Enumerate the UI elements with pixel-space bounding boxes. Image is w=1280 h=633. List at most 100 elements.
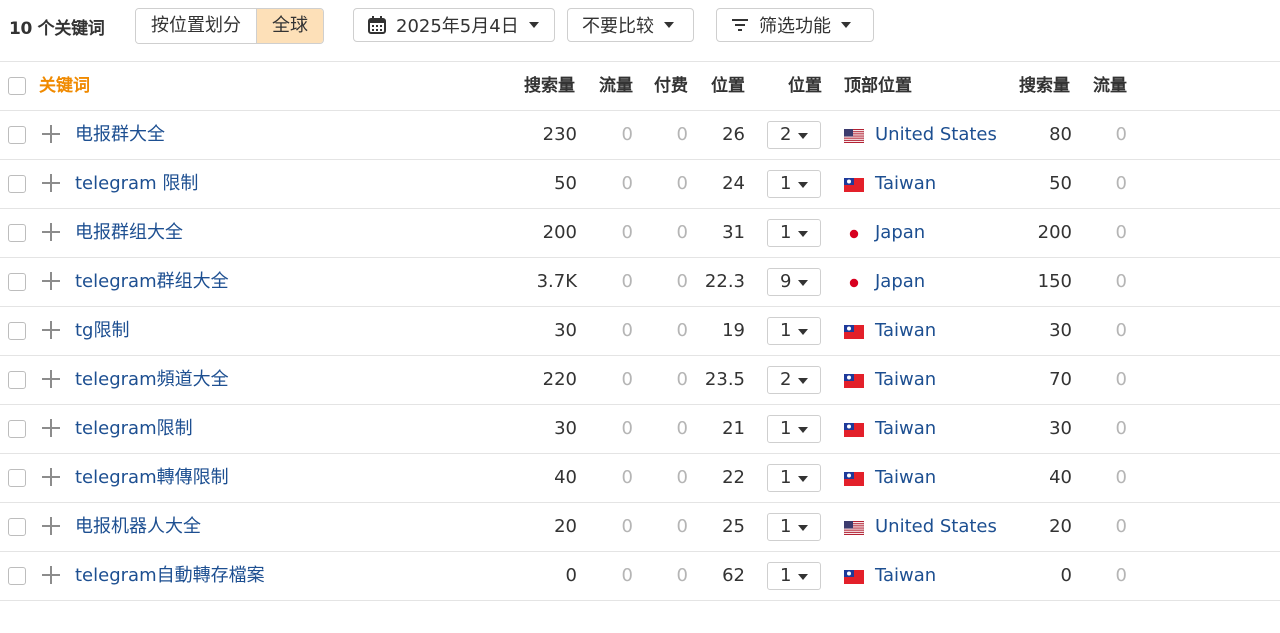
position-value: 31 [722, 222, 745, 243]
row-checkbox[interactable] [8, 224, 26, 242]
us-flag-icon [843, 128, 865, 144]
paid-value: 0 [676, 418, 688, 439]
position-value: 25 [722, 516, 745, 537]
position-select[interactable]: 9 [767, 268, 821, 296]
location-traffic: 0 [1115, 222, 1127, 243]
add-to-list-icon[interactable] [41, 516, 61, 536]
row-checkbox[interactable] [8, 273, 26, 291]
position-select[interactable]: 2 [767, 121, 821, 149]
search-volume: 20 [554, 516, 577, 537]
traffic-value: 0 [621, 418, 633, 439]
search-volume: 220 [542, 369, 577, 390]
keyword-link[interactable]: telegram轉傳限制 [75, 454, 229, 502]
position-select-value: 1 [780, 222, 792, 243]
add-to-list-icon[interactable] [41, 467, 61, 487]
add-to-list-icon[interactable] [41, 124, 61, 144]
position-select-value: 9 [780, 271, 792, 292]
position-select[interactable]: 1 [767, 562, 821, 590]
filter-button[interactable]: 筛选功能 [716, 8, 874, 42]
tw-flag-icon [844, 177, 864, 192]
select-all-checkbox[interactable] [8, 77, 26, 95]
volume-column-header[interactable]: 搜索量 [500, 62, 575, 110]
country-link[interactable]: Taiwan [875, 405, 936, 453]
country-link[interactable]: United States [875, 503, 997, 551]
date-picker-button[interactable]: 2025年5月4日 [353, 8, 555, 42]
paid-value: 0 [676, 124, 688, 145]
global-option[interactable]: 全球 [256, 9, 323, 43]
traffic-value: 0 [621, 124, 633, 145]
location-volume: 30 [1049, 320, 1072, 341]
country-link[interactable]: Taiwan [875, 454, 936, 502]
row-checkbox[interactable] [8, 469, 26, 487]
country-link[interactable]: Japan [875, 258, 925, 306]
search-volume: 0 [565, 565, 577, 586]
tw-flag-icon [844, 324, 864, 339]
position-select[interactable]: 1 [767, 317, 821, 345]
add-to-list-icon[interactable] [41, 173, 61, 193]
location-traffic-column-header[interactable]: 流量 [1079, 62, 1127, 110]
keyword-link[interactable]: tg限制 [75, 307, 129, 355]
keyword-link[interactable]: telegram 限制 [75, 160, 198, 208]
by-location-option[interactable]: 按位置划分 [136, 9, 256, 43]
top-location-column-header[interactable]: 顶部位置 [844, 62, 912, 110]
keyword-column-header[interactable]: 关键词 [39, 62, 90, 110]
position-select[interactable]: 2 [767, 366, 821, 394]
add-to-list-icon[interactable] [41, 565, 61, 585]
paid-value: 0 [676, 173, 688, 194]
country-link[interactable]: Taiwan [875, 307, 936, 355]
keyword-link[interactable]: telegram自動轉存檔案 [75, 552, 265, 600]
position-select[interactable]: 1 [767, 513, 821, 541]
chevron-down-icon [798, 231, 808, 237]
position-select[interactable]: 1 [767, 464, 821, 492]
keyword-link[interactable]: telegram限制 [75, 405, 193, 453]
row-checkbox[interactable] [8, 175, 26, 193]
traffic-value: 0 [621, 565, 633, 586]
add-to-list-icon[interactable] [41, 222, 61, 242]
keyword-link[interactable]: telegram頻道大全 [75, 356, 229, 404]
add-to-list-icon[interactable] [41, 418, 61, 438]
keyword-link[interactable]: 电报群组大全 [75, 209, 183, 257]
paid-value: 0 [676, 222, 688, 243]
keyword-link[interactable]: 电报机器人大全 [75, 503, 201, 551]
country-link[interactable]: Taiwan [875, 160, 936, 208]
tw-flag-icon [844, 471, 864, 486]
paid-value: 0 [676, 516, 688, 537]
traffic-column-header[interactable]: 流量 [585, 62, 633, 110]
row-checkbox[interactable] [8, 126, 26, 144]
compare-label: 不要比较 [582, 16, 654, 37]
position-select-column-header[interactable]: 位置 [774, 62, 822, 110]
row-checkbox[interactable] [8, 420, 26, 438]
position-value: 23.5 [704, 369, 745, 390]
row-checkbox[interactable] [8, 518, 26, 536]
chevron-down-icon [798, 427, 808, 433]
row-checkbox[interactable] [8, 371, 26, 389]
country-link[interactable]: Taiwan [875, 356, 936, 404]
add-to-list-icon[interactable] [41, 369, 61, 389]
position-value: 62 [722, 565, 745, 586]
row-checkbox[interactable] [8, 322, 26, 340]
add-to-list-icon[interactable] [41, 271, 61, 291]
country-link[interactable]: United States [875, 111, 997, 159]
jp-flag-icon [844, 275, 864, 290]
position-select[interactable]: 1 [767, 415, 821, 443]
row-checkbox[interactable] [8, 567, 26, 585]
country-link[interactable]: Taiwan [875, 552, 936, 600]
country-link[interactable]: Japan [875, 209, 925, 257]
table-row: telegram 限制 50 0 0 24 1 Taiwan 50 0 [0, 159, 1280, 208]
position-select[interactable]: 1 [767, 170, 821, 198]
position-column-header[interactable]: 位置 [697, 62, 745, 110]
keywords-table: 关键词 搜索量 流量 付费 位置 位置 顶部位置 搜索量 流量 电报群大全 2 30… [0, 61, 1280, 601]
search-volume: 30 [554, 320, 577, 341]
position-select[interactable]: 1 [767, 219, 821, 247]
table-row: telegram群组大全 3.7K 0 0 22.3 9 Japan 150 0 [0, 257, 1280, 306]
table-row: 电报群组大全 200 0 0 31 1 Japan 200 0 [0, 208, 1280, 257]
table-row: tg限制 30 0 0 19 1 Taiwan 30 0 [0, 306, 1280, 355]
keyword-link[interactable]: telegram群组大全 [75, 258, 229, 306]
paid-column-header[interactable]: 付费 [640, 62, 688, 110]
table-row: 电报群大全 230 0 0 26 2 United States 80 0 [0, 110, 1280, 159]
position-value: 22.3 [704, 271, 745, 292]
add-to-list-icon[interactable] [41, 320, 61, 340]
compare-dropdown[interactable]: 不要比较 [567, 8, 694, 42]
keyword-link[interactable]: 电报群大全 [75, 111, 165, 159]
location-volume-column-header[interactable]: 搜索量 [995, 62, 1070, 110]
